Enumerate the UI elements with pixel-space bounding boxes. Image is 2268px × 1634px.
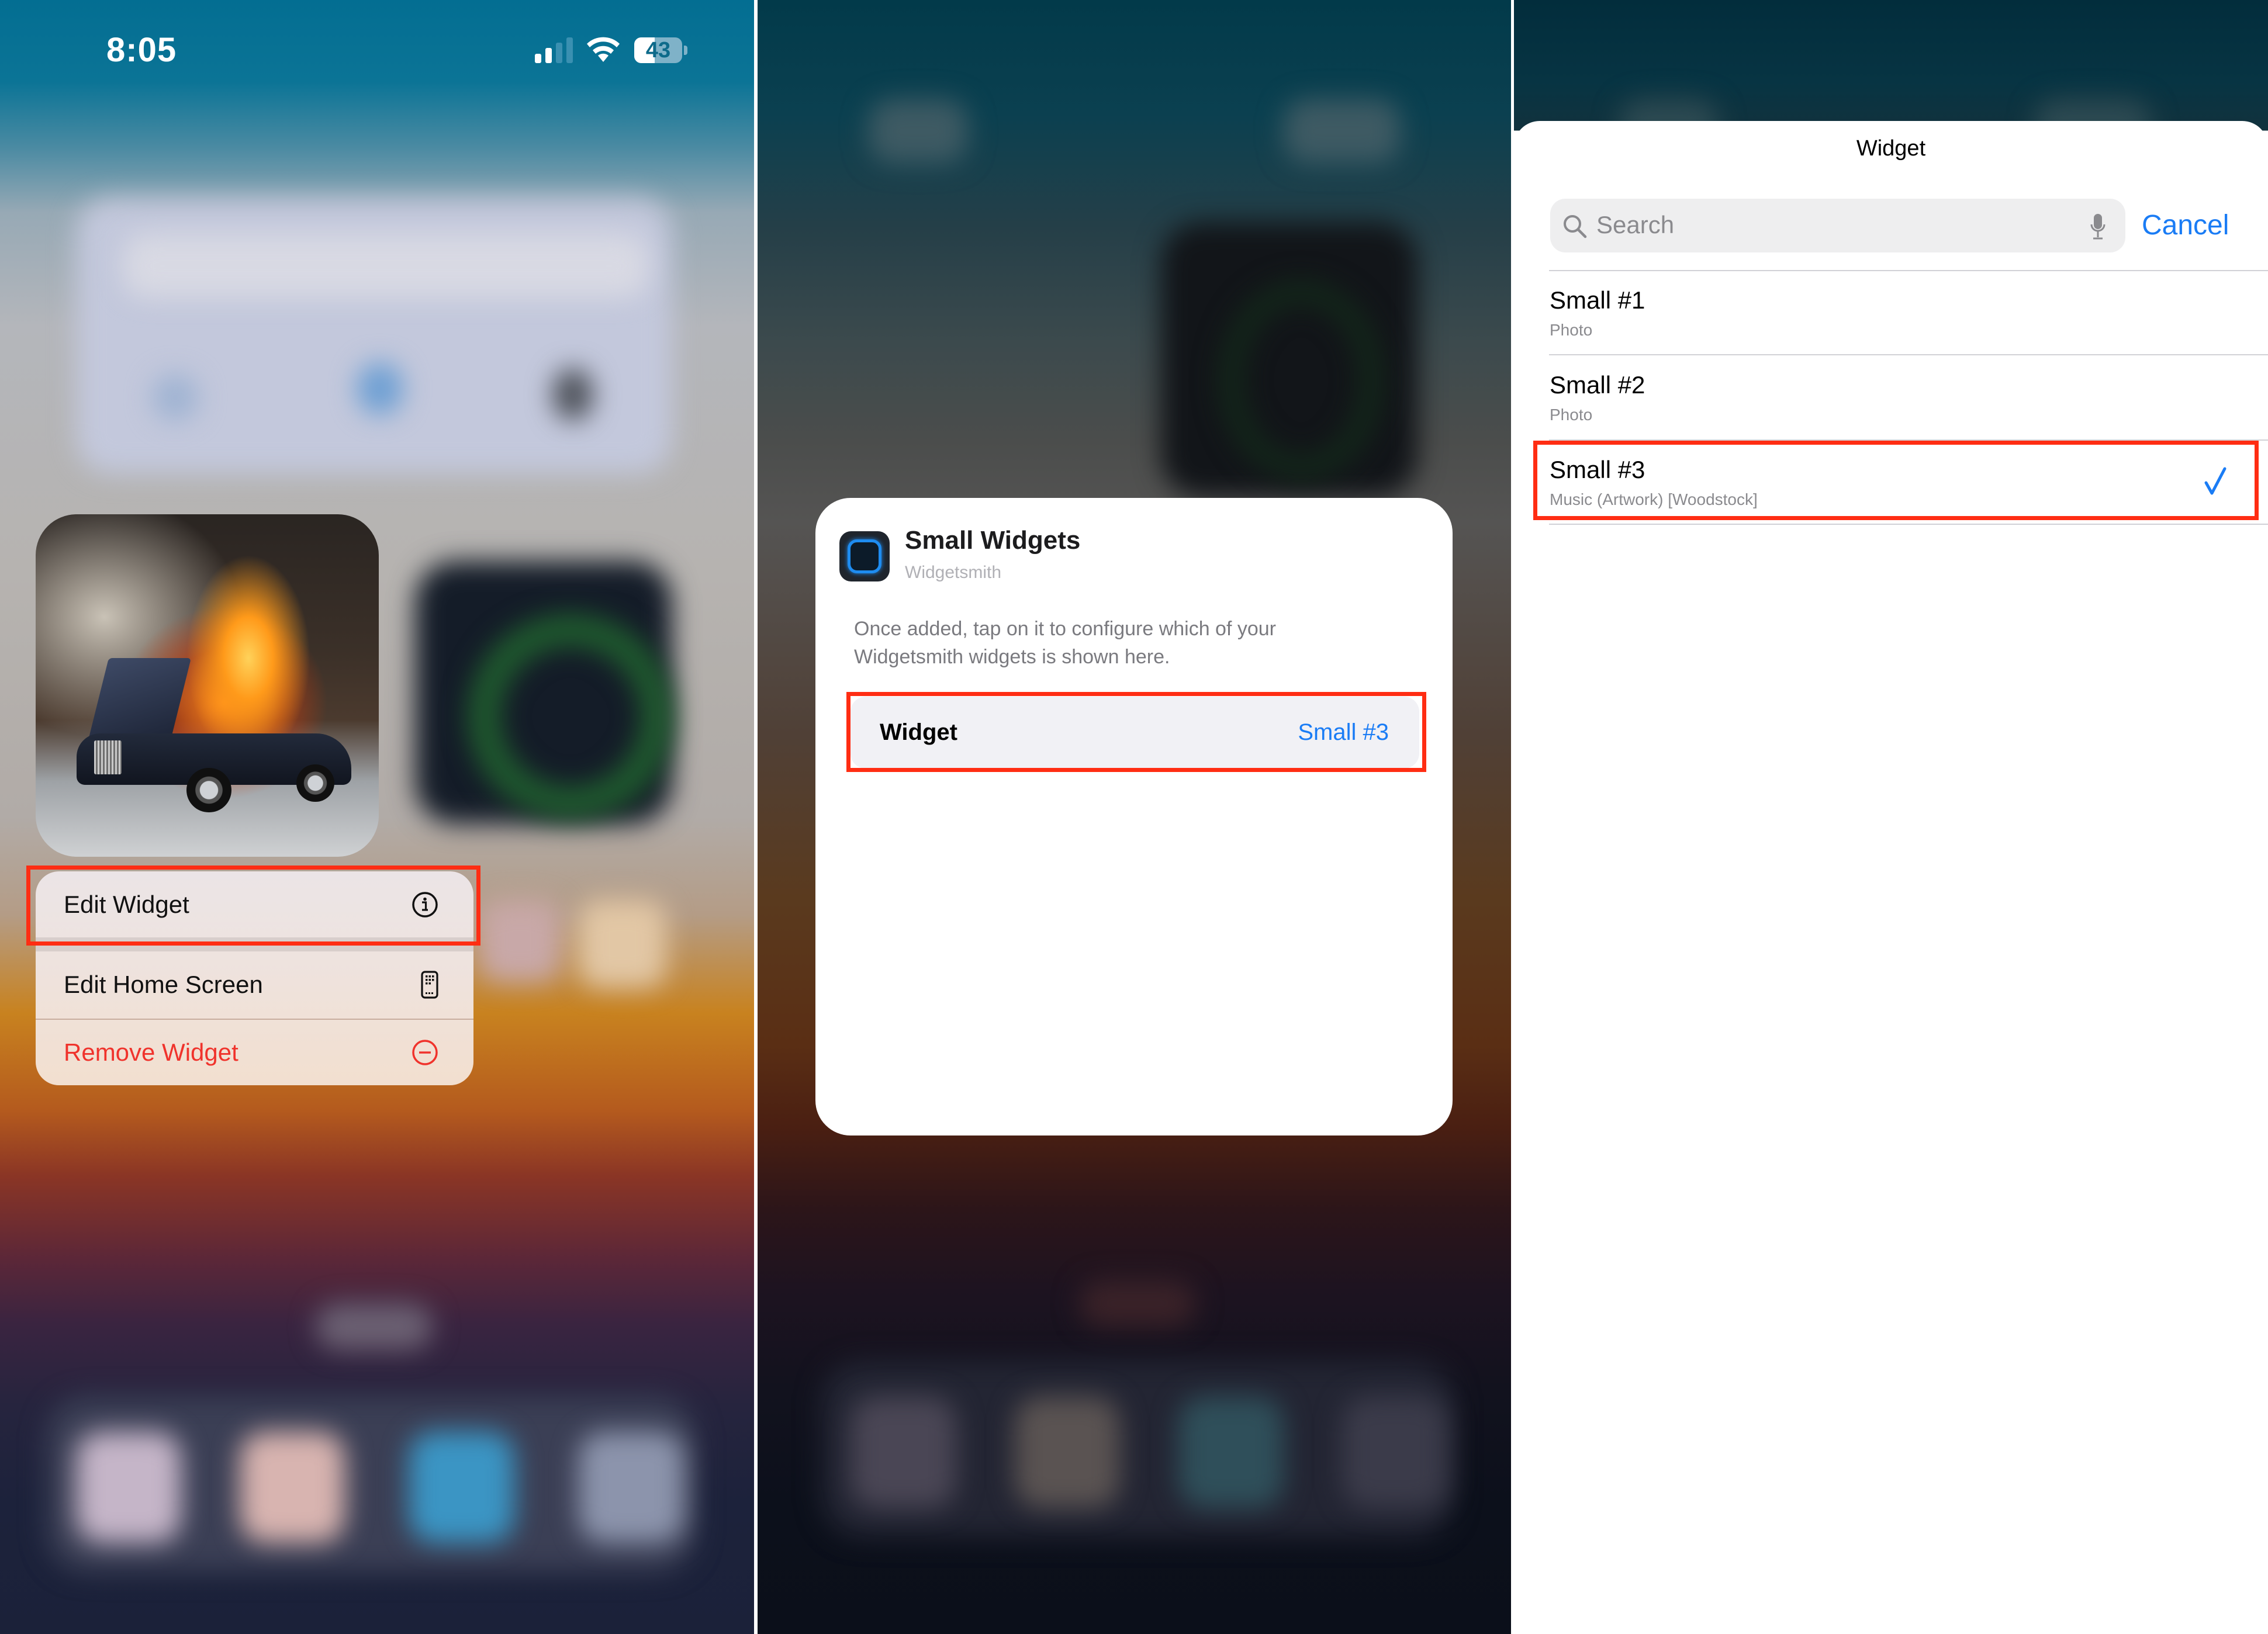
blurred-page-indicator: [316, 1303, 433, 1350]
battery-tip: [684, 46, 687, 55]
blurred-icon: [357, 362, 403, 415]
blurred-activity-ring: [468, 614, 673, 819]
minus-circle-icon: [412, 1039, 438, 1065]
blurred-dock-icon: [240, 1432, 345, 1543]
search-placeholder: Search: [1596, 211, 1675, 238]
blurred-app-icon: [579, 900, 666, 988]
blurred-search-bar: [123, 234, 649, 298]
highlight-box-widget-setting: [846, 692, 1426, 772]
sheet-title: Widget: [1856, 136, 1926, 161]
list-item-subtitle: Photo: [1550, 321, 1593, 339]
blurred-dock-icon: [76, 1432, 181, 1543]
blurred-status-icons: [1284, 99, 1401, 164]
menu-item-edit-home-screen[interactable]: Edit Home Screen: [36, 951, 473, 1017]
blurred-dock-icon: [851, 1397, 956, 1508]
widgetsmith-app-icon: [839, 531, 890, 581]
blurred-dock-icon: [1015, 1397, 1120, 1508]
dialog-title: Small Widgets: [905, 526, 1081, 555]
blurred-app-icon: [479, 900, 561, 982]
dialog-app-developer: Widgetsmith: [905, 563, 1002, 582]
blurred-icon: [152, 374, 199, 421]
search-icon: [1564, 215, 1587, 238]
list-item-title: Small #2: [1550, 371, 1645, 399]
photo-widget-preview[interactable]: [36, 514, 379, 857]
car-grille: [94, 740, 122, 775]
menu-item-label: Remove Widget: [64, 1038, 238, 1066]
dialog-description: Once added, tap on it to configure which…: [854, 618, 1277, 668]
menu-item-label: Edit Home Screen: [64, 970, 263, 998]
list-item-subtitle: Photo: [1550, 406, 1593, 424]
blurred-page-indicator: [1079, 1280, 1196, 1327]
menu-item-remove-widget[interactable]: Remove Widget: [36, 1019, 473, 1085]
blurred-activity-ring: [1219, 281, 1383, 479]
blurred-dock-icon: [1178, 1397, 1284, 1508]
highlight-box-small-3: [1533, 441, 2259, 520]
car-wheel: [186, 767, 231, 812]
microphone-icon[interactable]: [2089, 213, 2107, 241]
list-item-title: Small #1: [1550, 286, 1645, 314]
widget-config-dialog: [815, 498, 1453, 1136]
blurred-status-time: [869, 99, 968, 164]
status-time: 8:05: [106, 31, 177, 69]
cancel-button[interactable]: Cancel: [2142, 209, 2229, 241]
battery-icon: 43: [634, 37, 682, 63]
car-wheel: [296, 764, 334, 802]
blurred-dock-icon: [409, 1432, 514, 1543]
phone-apps-icon: [421, 970, 438, 999]
highlight-box-edit-widget: [26, 866, 480, 946]
blurred-dock-icon: [1342, 1397, 1447, 1508]
blurred-icon: [552, 368, 593, 421]
blurred-dock-icon: [579, 1432, 684, 1543]
wifi-icon: [587, 37, 620, 62]
list-separator: [1549, 524, 2268, 525]
home-screen-panel: 8:05 43 Edit Widget Edit Home Screen Rem…: [0, 0, 754, 1634]
cellular-signal-icon: [535, 37, 573, 63]
battery-percent-label: 43: [645, 38, 671, 63]
